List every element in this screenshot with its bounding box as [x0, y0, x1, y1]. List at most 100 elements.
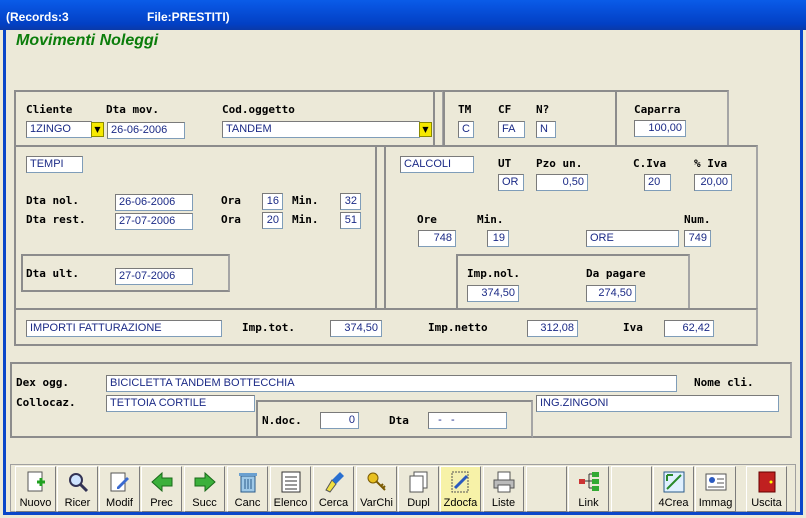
- ndoc-label: N.doc.: [262, 414, 302, 427]
- ora-rest-label: Ora: [221, 213, 241, 226]
- min-nol-field[interactable]: 32: [340, 193, 361, 210]
- calc-min-field[interactable]: 19: [487, 230, 509, 247]
- title-bar: (Records:3 File:PRESTITI): [0, 0, 806, 30]
- impnetto-label: Imp.netto: [428, 321, 488, 334]
- crea4-button[interactable]: 4Crea: [653, 466, 694, 512]
- dta-ult-field[interactable]: 27-07-2006: [115, 268, 193, 285]
- dta-mov-label: Dta mov.: [106, 103, 159, 116]
- tempi-section-label: TEMPI: [26, 156, 83, 173]
- new-document-icon: [27, 471, 45, 492]
- n-field[interactable]: N: [536, 121, 556, 138]
- calc-min-label: Min.: [477, 213, 504, 226]
- duplicate-icon: [409, 471, 428, 493]
- num-label: Num.: [684, 213, 711, 226]
- header-box: [14, 90, 435, 147]
- dta-nol-field[interactable]: 26-06-2006: [115, 194, 193, 211]
- printer-icon: [493, 471, 515, 493]
- cod-oggetto-field[interactable]: TANDEM: [222, 121, 420, 138]
- ora-rest-field[interactable]: 20: [262, 212, 283, 229]
- impnetto-field[interactable]: 312,08: [527, 320, 578, 337]
- dapagare-field[interactable]: 274,50: [586, 285, 636, 302]
- uscita-button[interactable]: Uscita: [746, 466, 787, 512]
- piva-label: % Iva: [694, 157, 728, 170]
- dupl-button[interactable]: Dupl: [398, 466, 439, 512]
- imptot-label: Imp.tot.: [242, 321, 295, 334]
- caparra-box: [615, 90, 729, 147]
- modif-button[interactable]: Modif: [99, 466, 140, 512]
- tm-field[interactable]: C: [458, 121, 474, 138]
- frame-tool-icon: [663, 471, 685, 493]
- cf-label: CF: [498, 103, 512, 116]
- dta-rest-field[interactable]: 27-07-2006: [115, 213, 193, 230]
- ut-field[interactable]: OR: [498, 174, 524, 191]
- ora-label: Ora: [221, 194, 241, 207]
- iva-field[interactable]: 62,42: [664, 320, 714, 337]
- canc-button[interactable]: Canc: [227, 466, 268, 512]
- search-icon: [69, 473, 89, 493]
- cliente-field[interactable]: 1ZINGO: [26, 121, 92, 138]
- nomecli-field[interactable]: ING.ZINGONI: [536, 395, 779, 412]
- dta-field[interactable]: - -: [428, 412, 507, 429]
- exit-door-icon: [758, 471, 776, 493]
- n-label: N?: [536, 103, 550, 116]
- impnol-label: Imp.nol.: [467, 267, 520, 280]
- pzo-label: Pzo un.: [536, 157, 583, 170]
- min-rest-label: Min.: [292, 213, 319, 226]
- dex-field[interactable]: BICICLETTA TANDEM BOTTECCHIA: [106, 375, 677, 392]
- dex-label: Dex ogg.: [16, 376, 69, 389]
- succ-button[interactable]: Succ: [184, 466, 225, 512]
- arrow-right-icon: [194, 471, 216, 493]
- imptot-field[interactable]: 374,50: [330, 320, 382, 337]
- colloc-field[interactable]: TETTOIA CORTILE: [106, 395, 255, 412]
- civa-field[interactable]: 20: [644, 174, 671, 191]
- cod-oggetto-dropdown-icon[interactable]: ▼: [419, 122, 432, 137]
- ora-nol-field[interactable]: 16: [262, 193, 283, 210]
- liste-button[interactable]: Liste: [483, 466, 524, 512]
- dapagare-label: Da pagare: [586, 267, 646, 280]
- records-count: (Records:3: [6, 10, 69, 24]
- cod-oggetto-label: Cod.oggetto: [222, 103, 295, 116]
- immag-button[interactable]: Immag: [695, 466, 736, 512]
- form-title: Movimenti Noleggi: [16, 32, 159, 49]
- list-icon: [281, 471, 301, 493]
- nomecli-label: Nome cli.: [694, 376, 754, 389]
- link-button[interactable]: Link: [568, 466, 609, 512]
- min-label: Min.: [292, 194, 319, 207]
- dta-nol-label: Dta nol.: [26, 194, 79, 207]
- ricer-button[interactable]: Ricer: [57, 466, 98, 512]
- trash-icon: [239, 473, 257, 493]
- calcoli-section-label: CALCOLI: [400, 156, 474, 173]
- empty-button-2[interactable]: [611, 466, 652, 512]
- impnol-field[interactable]: 374,50: [467, 285, 519, 302]
- unit-field[interactable]: ORE: [586, 230, 679, 247]
- dta-ult-label: Dta ult.: [26, 267, 79, 280]
- id-card-icon: [705, 473, 727, 491]
- varchi-button[interactable]: VarChi: [356, 466, 397, 512]
- piva-field[interactable]: 20,00: [694, 174, 732, 191]
- colloc-label: Collocaz.: [16, 396, 76, 409]
- civa-label: C.Iva: [633, 157, 667, 170]
- edit-document-icon: [110, 472, 129, 492]
- prec-button[interactable]: Prec: [141, 466, 182, 512]
- iva-label: Iva: [623, 321, 643, 334]
- caparra-field[interactable]: 100,00: [634, 120, 686, 137]
- num-field[interactable]: 749: [684, 230, 711, 247]
- cerca-button[interactable]: Cerca: [313, 466, 354, 512]
- cliente-dropdown-icon[interactable]: ▼: [91, 122, 104, 137]
- ore-label: Ore: [417, 213, 437, 226]
- elenco-button[interactable]: Elenco: [270, 466, 311, 512]
- cf-field[interactable]: FA: [498, 121, 525, 138]
- ndoc-field[interactable]: 0: [320, 412, 359, 429]
- fatturazione-section-label: IMPORTI FATTURAZIONE: [26, 320, 222, 337]
- key-icon: [367, 472, 386, 491]
- ore-field[interactable]: 748: [418, 230, 456, 247]
- nuovo-button[interactable]: Nuovo: [15, 466, 56, 512]
- zdocfa-button[interactable]: Zdocfa: [440, 466, 481, 512]
- empty-button-1[interactable]: [526, 466, 567, 512]
- min-rest-field[interactable]: 51: [340, 212, 361, 229]
- pzo-field[interactable]: 0,50: [536, 174, 588, 191]
- flags-box: [443, 90, 617, 147]
- tree-link-icon: [579, 472, 599, 491]
- highlighter-icon: [325, 472, 344, 493]
- dta-mov-field[interactable]: 26-06-2006: [107, 122, 185, 139]
